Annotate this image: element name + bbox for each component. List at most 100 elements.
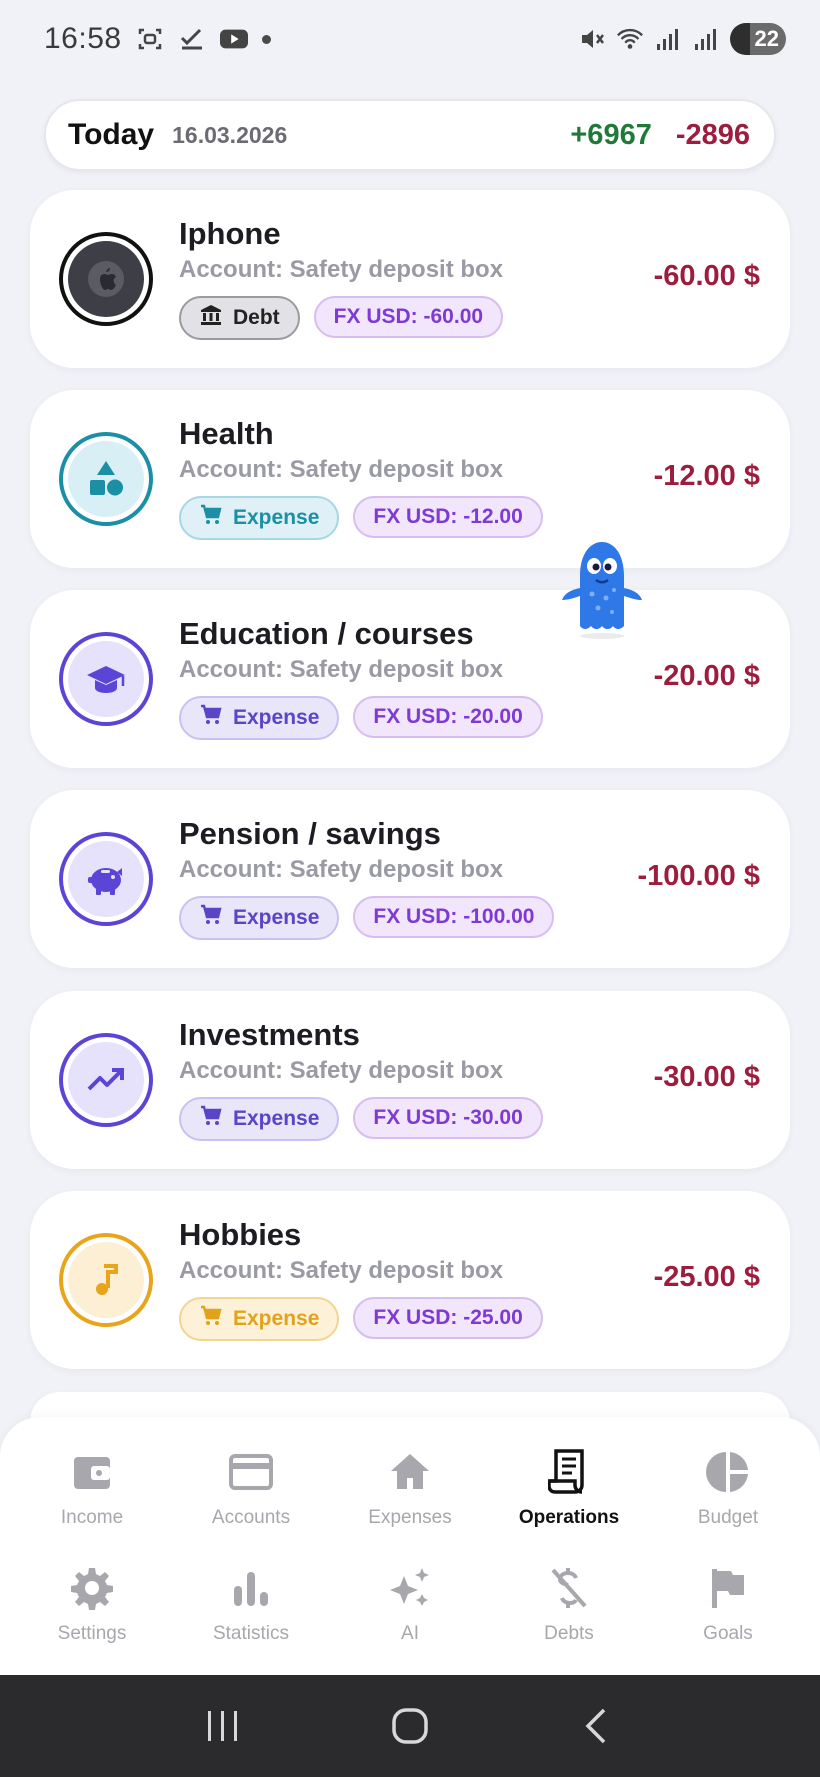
operation-account: Account: Safety deposit box	[179, 656, 504, 683]
fx-chip: FX USD: -20.00	[353, 696, 543, 738]
nav-label: Statistics	[212, 1623, 290, 1644]
nav-label: Income	[60, 1507, 124, 1528]
mascot-assistant[interactable]	[556, 536, 648, 640]
operation-account: Account: Safety deposit box	[179, 1057, 504, 1084]
nav-income[interactable]: Income	[17, 1449, 167, 1549]
operation-amount: -60.00 $	[653, 260, 760, 292]
operation-account: Account: Safety deposit box	[179, 1257, 504, 1284]
wallet-icon	[69, 1449, 115, 1495]
operation-card[interactable]: Health Account: Safety deposit box Expen…	[30, 390, 790, 568]
category-avatar	[59, 1033, 153, 1127]
nav-debts[interactable]: Debts	[494, 1565, 644, 1665]
type-label: Expense	[233, 706, 320, 729]
today-label: Today	[68, 118, 155, 151]
cart-icon	[199, 1304, 223, 1334]
operation-card[interactable]: Iphone Account: Safety deposit box Debt …	[30, 190, 790, 368]
bar-chart-icon	[228, 1565, 274, 1611]
home-icon	[387, 1449, 433, 1495]
category-avatar	[59, 632, 153, 726]
bank-icon	[199, 303, 223, 333]
type-label: Expense	[233, 906, 320, 929]
fx-chip: FX USD: -12.00	[353, 496, 543, 538]
youtube-icon	[219, 25, 248, 53]
nav-ai[interactable]: AI	[335, 1565, 485, 1665]
back-button[interactable]	[567, 1696, 627, 1756]
mute-icon	[578, 25, 606, 53]
nav-label: AI	[401, 1623, 419, 1644]
category-avatar	[59, 432, 153, 526]
operation-card[interactable]: Pension / savings Account: Safety deposi…	[30, 790, 790, 968]
operation-card[interactable]: Education / courses Account: Safety depo…	[30, 590, 790, 768]
graduation-cap-icon	[68, 641, 144, 717]
nav-accounts[interactable]: Accounts	[176, 1449, 326, 1549]
bottom-nav: Income Accounts Expenses Operations Budg…	[0, 1417, 820, 1675]
nav-label: Debts	[544, 1623, 594, 1644]
operation-chips: Expense FX USD: -20.00	[179, 696, 543, 740]
status-bar: 16:58 22	[0, 0, 820, 78]
operation-chips: Expense FX USD: -12.00	[179, 496, 543, 540]
status-time: 16:58	[44, 22, 122, 55]
screenshot-icon	[136, 25, 164, 53]
music-note-icon	[68, 1242, 144, 1318]
operation-title: Health	[179, 416, 274, 451]
type-label: Expense	[233, 1107, 320, 1130]
piggy-bank-icon	[68, 841, 144, 917]
operation-amount: -25.00 $	[653, 1261, 760, 1293]
recents-button[interactable]	[193, 1696, 253, 1756]
nav-goals[interactable]: Goals	[653, 1565, 803, 1665]
nav-label: Budget	[697, 1507, 759, 1528]
operation-card[interactable]: Hobbies Account: Safety deposit box Expe…	[30, 1191, 790, 1369]
operation-title: Education / courses	[179, 616, 474, 651]
type-chip: Debt	[179, 296, 300, 340]
shapes-icon	[68, 441, 144, 517]
operation-account: Account: Safety deposit box	[179, 856, 504, 883]
type-chip: Expense	[179, 896, 340, 940]
nav-label: Settings	[57, 1623, 127, 1644]
home-button[interactable]	[380, 1696, 440, 1756]
operation-account: Account: Safety deposit box	[179, 456, 504, 483]
nav-operations[interactable]: Operations	[494, 1449, 644, 1549]
apple-icon	[68, 241, 144, 317]
type-chip: Expense	[179, 496, 340, 540]
nav-statistics[interactable]: Statistics	[176, 1565, 326, 1665]
operation-amount: -100.00 $	[637, 860, 760, 892]
sparkles-icon	[387, 1565, 433, 1611]
operation-title: Iphone	[179, 216, 281, 251]
fx-chip: FX USD: -30.00	[353, 1097, 543, 1139]
fx-chip: FX USD: -25.00	[353, 1297, 543, 1339]
type-chip: Expense	[179, 1297, 340, 1341]
cart-icon	[199, 703, 223, 733]
gear-icon	[69, 1565, 115, 1611]
nav-label: Operations	[518, 1507, 620, 1528]
nav-budget[interactable]: Budget	[653, 1449, 803, 1549]
operation-card[interactable]: Investments Account: Safety deposit box …	[30, 991, 790, 1169]
operation-title: Investments	[179, 1017, 360, 1052]
dot-icon	[261, 34, 271, 44]
cart-icon	[199, 503, 223, 533]
operation-title: Pension / savings	[179, 816, 441, 851]
credit-card-icon	[228, 1449, 274, 1495]
pie-chart-icon	[705, 1449, 751, 1495]
category-avatar	[59, 232, 153, 326]
nav-label: Accounts	[211, 1507, 291, 1528]
money-off-icon	[546, 1565, 592, 1611]
nav-expenses[interactable]: Expenses	[335, 1449, 485, 1549]
nav-settings[interactable]: Settings	[17, 1565, 167, 1665]
operation-account: Account: Safety deposit box	[179, 256, 504, 283]
today-summary[interactable]: Today 16.03.2026 +6967 -2896	[44, 99, 776, 171]
category-avatar	[59, 832, 153, 926]
battery-indicator: 22	[730, 23, 786, 55]
flag-icon	[705, 1565, 751, 1611]
receipt-icon	[546, 1449, 592, 1495]
cart-icon	[199, 903, 223, 933]
fx-chip: FX USD: -100.00	[353, 896, 555, 938]
operation-chips: Expense FX USD: -30.00	[179, 1097, 543, 1141]
type-label: Expense	[233, 506, 320, 529]
category-avatar	[59, 1233, 153, 1327]
today-income: +6967	[570, 118, 652, 151]
signal-icon	[692, 25, 720, 53]
type-chip: Expense	[179, 1097, 340, 1141]
operation-chips: Expense FX USD: -25.00	[179, 1297, 543, 1341]
nav-label: Expenses	[368, 1507, 452, 1528]
android-nav-bar	[0, 1675, 820, 1777]
